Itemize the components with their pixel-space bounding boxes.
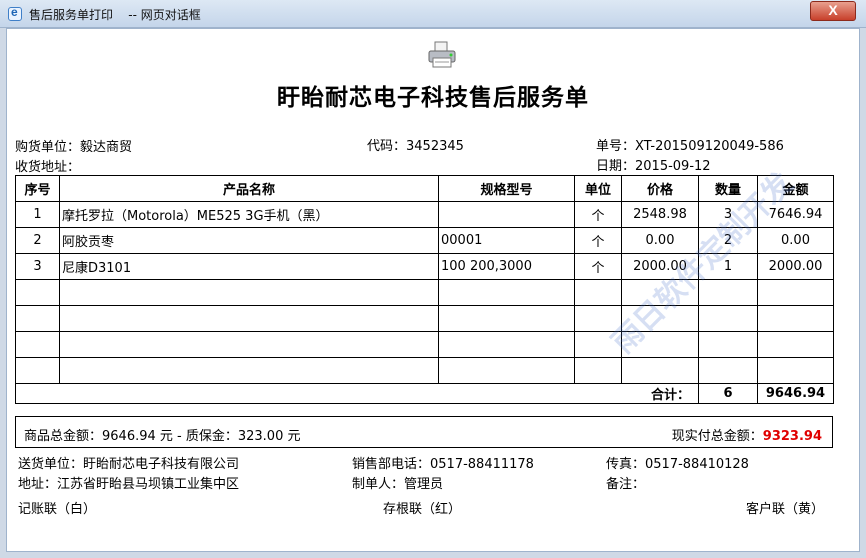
cell-empty <box>621 305 699 332</box>
table-header-row: 序号 产品名称 规格型号 单位 价格 数量 金额 <box>15 175 834 202</box>
column-header: 规格型号 <box>438 175 575 202</box>
cell-empty <box>59 305 439 332</box>
cell-spec: 00001 <box>438 227 575 254</box>
ie-icon <box>8 5 22 21</box>
cell-empty <box>698 305 758 332</box>
summary-box: 商品总金额：9646.94 元 - 质保金：323.00 元 现实付总金额：93… <box>15 416 833 448</box>
total-amount: 9646.94 <box>757 383 834 404</box>
close-icon: X <box>828 2 838 18</box>
items-table: 序号 产品名称 规格型号 单位 价格 数量 金额 1 摩托罗拉（Motorola… <box>15 175 834 404</box>
cell-empty <box>621 331 699 358</box>
cell-qty: 1 <box>698 253 758 280</box>
code: 代码：3452345 <box>367 139 464 154</box>
printer-icon[interactable] <box>427 40 457 70</box>
window-titlebar: 售后服务单打印 -- 网页对话框 X <box>0 0 866 28</box>
table-row <box>15 331 834 358</box>
cell-spec <box>438 201 575 228</box>
cell-empty <box>59 357 439 384</box>
document-title: 盱眙耐芯电子科技售后服务单 <box>277 85 589 111</box>
column-header: 序号 <box>15 175 60 202</box>
table-row <box>15 305 834 332</box>
cell-empty <box>15 331 60 358</box>
company-address: 地址：江苏省盱眙县马坝镇工业集中区 <box>18 477 240 492</box>
cell-empty <box>574 331 622 358</box>
cell-empty <box>438 305 575 332</box>
cell-empty <box>698 357 758 384</box>
cell-empty <box>438 279 575 306</box>
cell-empty <box>621 279 699 306</box>
cell-empty <box>438 331 575 358</box>
copy-accounting: 记账联（白） <box>18 502 97 517</box>
copy-customer: 客户联（黄） <box>746 502 825 517</box>
cell-price: 2548.98 <box>621 201 699 228</box>
column-header: 产品名称 <box>59 175 439 202</box>
cell-price: 2000.00 <box>621 253 699 280</box>
cell-index: 3 <box>15 253 60 280</box>
sender-unit: 送货单位：盱眙耐芯电子科技有限公司 <box>18 457 240 472</box>
cell-empty <box>757 279 834 306</box>
cell-amount: 0.00 <box>757 227 834 254</box>
cell-price: 0.00 <box>621 227 699 254</box>
actual-payment-value: 9323.94 <box>762 429 822 444</box>
cell-empty <box>59 279 439 306</box>
fax: 传真：0517-88410128 <box>606 457 749 472</box>
window-title: 售后服务单打印 -- 网页对话框 <box>29 8 201 22</box>
cell-index: 1 <box>15 201 60 228</box>
cell-index: 2 <box>15 227 60 254</box>
goods-total-text: 商品总金额：9646.94 元 - 质保金：323.00 元 <box>24 429 301 444</box>
close-button[interactable]: X <box>810 1 856 21</box>
cell-unit: 个 <box>574 227 622 254</box>
cell-amount: 7646.94 <box>757 201 834 228</box>
table-row <box>15 279 834 306</box>
table-row: 3 尼康D3101 100 200,3000 个 2000.00 1 2000.… <box>15 253 834 280</box>
cell-empty <box>757 357 834 384</box>
table-row <box>15 357 834 384</box>
cell-qty: 2 <box>698 227 758 254</box>
date: 日期：2015-09-12 <box>596 159 711 174</box>
table-row: 1 摩托罗拉（Motorola）ME525 3G手机（黑） 个 2548.98 … <box>15 201 834 228</box>
cell-spec: 100 200,3000 <box>438 253 575 280</box>
cell-empty <box>15 279 60 306</box>
delivery-address: 收货地址： <box>15 160 81 175</box>
cell-empty <box>574 305 622 332</box>
cell-empty <box>698 279 758 306</box>
column-header: 数量 <box>698 175 758 202</box>
maker: 制单人：管理员 <box>352 477 444 492</box>
sales-phone: 销售部电话：0517-88411178 <box>352 457 534 472</box>
column-header: 价格 <box>621 175 699 202</box>
cell-empty <box>574 279 622 306</box>
cell-empty <box>757 331 834 358</box>
actual-payment: 现实付总金额：9323.94 <box>672 425 822 444</box>
cell-empty <box>698 331 758 358</box>
cell-product: 阿胶贡枣 <box>59 227 439 254</box>
totals-row: 合计： 6 9646.94 <box>15 383 834 404</box>
table-row: 2 阿胶贡枣 00001 个 0.00 2 0.00 <box>15 227 834 254</box>
copy-stub: 存根联（红） <box>383 502 462 517</box>
column-header: 金额 <box>757 175 834 202</box>
actual-payment-label: 现实付总金额： <box>671 429 763 444</box>
column-header: 单位 <box>574 175 622 202</box>
cell-empty <box>15 305 60 332</box>
cell-product: 摩托罗拉（Motorola）ME525 3G手机（黑） <box>59 201 439 228</box>
cell-qty: 3 <box>698 201 758 228</box>
cell-empty <box>59 331 439 358</box>
cell-unit: 个 <box>574 201 622 228</box>
cell-empty <box>574 357 622 384</box>
buyer-unit: 购货单位：毅达商贸 <box>15 140 133 155</box>
cell-empty <box>621 357 699 384</box>
cell-empty <box>15 357 60 384</box>
cell-amount: 2000.00 <box>757 253 834 280</box>
cell-empty <box>757 305 834 332</box>
cell-unit: 个 <box>574 253 622 280</box>
remark: 备注： <box>606 477 646 492</box>
order-number: 单号：XT-201509120049-586 <box>596 139 784 154</box>
cell-empty <box>438 357 575 384</box>
cell-product: 尼康D3101 <box>59 253 439 280</box>
total-quantity: 6 <box>698 383 758 404</box>
total-label: 合计： <box>15 383 699 404</box>
